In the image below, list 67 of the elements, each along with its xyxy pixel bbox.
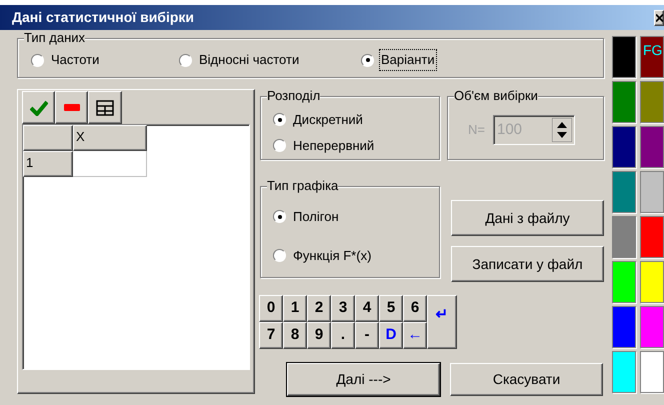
group-label: Об'єм вибірки [454, 88, 538, 104]
radio-label: Частоти [50, 51, 100, 70]
color-swatch[interactable] [612, 81, 636, 123]
radio-button[interactable] [273, 138, 286, 152]
row-header: 1 [23, 151, 73, 177]
radio-label: Відносні частоти [198, 51, 300, 70]
close-icon [656, 14, 663, 22]
keypad-key[interactable]: 3 [331, 295, 355, 322]
radio-button[interactable] [31, 54, 44, 66]
spinner-arrows-icon [552, 118, 572, 142]
dialog-button[interactable]: Скасувати [450, 363, 603, 396]
radio-label: Функція F*(x) [292, 246, 372, 265]
dialog-button[interactable]: Дані з файлу [451, 200, 604, 236]
radio-button[interactable] [273, 210, 286, 224]
keypad-key[interactable]: 5 [379, 295, 403, 322]
keypad-key[interactable]: 0 [259, 295, 283, 322]
color-swatch[interactable] [612, 36, 636, 78]
table-button[interactable] [88, 91, 122, 124]
checkmark-icon [30, 100, 48, 116]
table-icon [96, 100, 114, 116]
keypad-key[interactable]: 2 [307, 295, 331, 322]
swatch-label: FG [643, 42, 662, 58]
keypad-key[interactable]: 8 [283, 322, 307, 349]
radio-label: Полігон [292, 208, 340, 226]
keypad-key[interactable]: . [331, 322, 355, 349]
group-label: Розподіл [267, 88, 320, 104]
group-label: Тип графіка [267, 178, 338, 194]
table-cell[interactable] [73, 151, 147, 177]
keypad-key[interactable]: 6 [403, 295, 427, 322]
window-title: Дані статистичної вибірки [12, 8, 194, 27]
color-swatch[interactable] [640, 351, 664, 393]
color-swatch[interactable] [640, 216, 664, 258]
keypad-key[interactable]: 1 [283, 295, 307, 322]
color-swatch[interactable] [640, 261, 664, 303]
radio-button[interactable] [273, 248, 286, 262]
radio-button[interactable] [179, 54, 192, 66]
group-label: Тип даних [24, 30, 86, 46]
radio-label: Неперервний [292, 136, 376, 155]
color-swatch[interactable] [640, 171, 664, 213]
color-swatch[interactable] [612, 261, 636, 303]
color-swatch[interactable] [612, 126, 636, 168]
radio-label: Варіанти [380, 50, 436, 70]
keypad-key[interactable]: ← [403, 322, 427, 349]
minus-icon [64, 104, 80, 111]
dialog-button[interactable]: Далі ---> [287, 363, 440, 396]
radio-label: Дискретний [292, 111, 364, 129]
keypad-key[interactable]: 7 [259, 322, 283, 349]
column-header: X [73, 125, 147, 151]
color-swatch[interactable] [612, 306, 636, 348]
color-swatch[interactable]: FG [640, 36, 664, 78]
close-button[interactable] [654, 10, 664, 26]
radio-button[interactable] [273, 113, 286, 126]
keypad-key[interactable]: D [379, 322, 403, 349]
keypad-key[interactable]: ↵ [427, 295, 457, 349]
color-swatch[interactable] [640, 81, 664, 123]
color-swatch[interactable] [612, 171, 636, 213]
keypad-key[interactable]: 4 [355, 295, 379, 322]
keypad-key[interactable]: 9 [307, 322, 331, 349]
color-swatch[interactable] [612, 216, 636, 258]
dialog-button[interactable]: Записати у файл [451, 246, 604, 282]
radio-button[interactable] [361, 54, 374, 66]
color-swatch[interactable] [612, 351, 636, 393]
confirm-button[interactable] [22, 91, 55, 124]
color-swatch[interactable] [640, 306, 664, 348]
color-swatch[interactable] [640, 126, 664, 168]
keypad-key[interactable]: - [355, 322, 379, 349]
delete-row-button[interactable] [55, 91, 88, 124]
